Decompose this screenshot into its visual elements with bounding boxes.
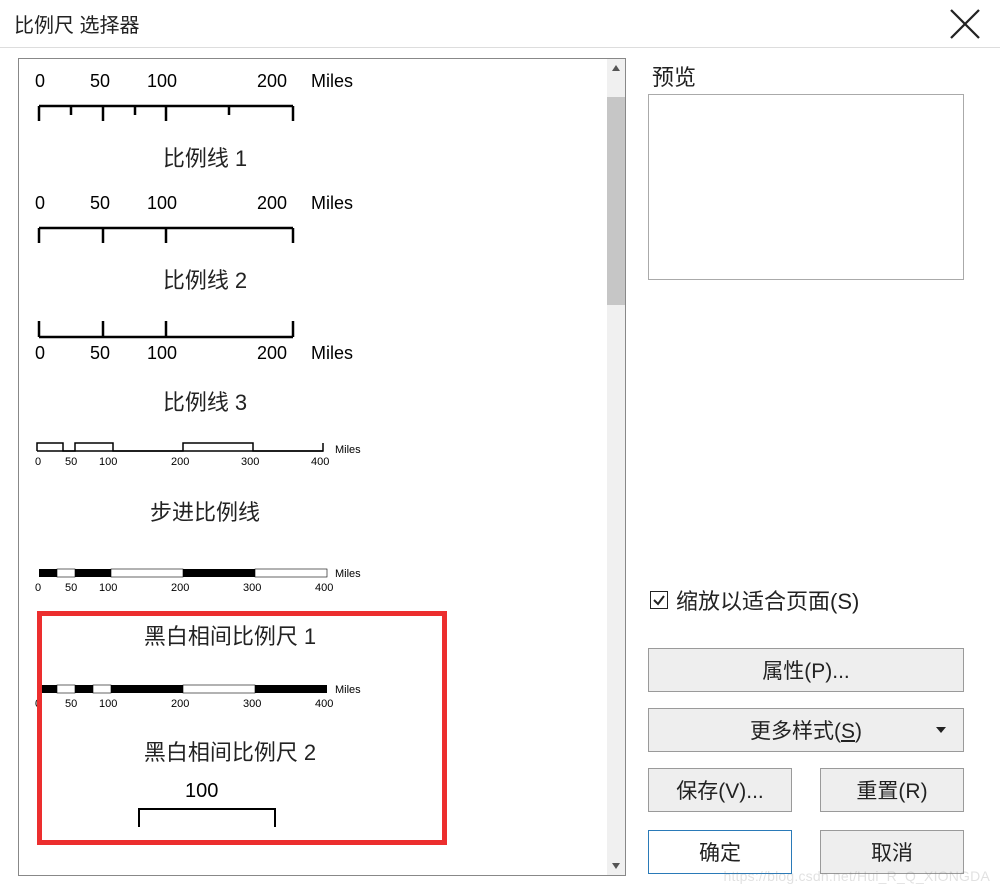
svg-text:300: 300 [243,698,261,710]
svg-text:200: 200 [257,343,287,363]
svg-text:200: 200 [257,71,287,91]
svg-text:200: 200 [171,698,189,710]
preview-label: 预览 [652,60,988,92]
svg-text:100: 100 [185,780,218,802]
dialog-titlebar: 比例尺 选择器 [0,0,1000,48]
svg-text:0: 0 [35,582,41,594]
scale-bar-graphic: 0 50 100 200 Miles [35,71,375,129]
scale-bar-graphic: 0 50 100 200 300 400 Miles [35,565,375,601]
scale-bar-list-panel: 0 50 100 200 Miles [18,58,626,876]
scale-to-fit-checkbox[interactable]: 缩放以适合页面(S) [650,584,988,616]
scale-item-label: 比例线 1 [35,141,375,173]
svg-text:200: 200 [257,193,287,213]
svg-text:0: 0 [35,71,45,91]
scale-item[interactable]: 0 50 100 200 300 400 Miles 步进比例线 [35,437,607,527]
save-button[interactable]: 保存(V)... [648,768,792,812]
svg-text:Miles: Miles [335,684,361,696]
svg-text:50: 50 [90,71,110,91]
dialog-title: 比例尺 选择器 [14,9,140,38]
svg-text:Miles: Miles [311,343,353,363]
svg-text:0: 0 [35,698,41,710]
scale-item[interactable]: 0 50 100 200 300 400 Miles 黑白相间比例尺 2 [35,681,607,767]
scale-bar-list[interactable]: 0 50 100 200 Miles [35,59,607,875]
svg-text:400: 400 [315,698,333,710]
svg-text:Miles: Miles [335,568,361,580]
ok-cancel-row: 确定 取消 [648,830,988,874]
preview-box [648,94,964,280]
svg-text:400: 400 [315,582,333,594]
checkbox-icon [650,591,668,609]
scale-item[interactable]: 0 50 100 200 300 400 Miles 黑白相间比例尺 1 [35,565,607,651]
save-reset-row: 保存(V)... 重置(R) [648,768,988,812]
scale-bar-graphic: 100 [35,779,375,827]
scale-bar-graphic: 0 50 100 200 Miles [35,315,375,373]
properties-button[interactable]: 属性(P)... [648,648,964,692]
ok-button[interactable]: 确定 [648,830,792,874]
more-styles-button[interactable]: 更多样式(S) [648,708,964,752]
scale-bar-graphic: 0 50 100 200 Miles [35,193,375,251]
svg-text:0: 0 [35,456,41,468]
cancel-button[interactable]: 取消 [820,830,964,874]
scale-item-label: 比例线 2 [35,263,375,295]
svg-text:50: 50 [65,698,77,710]
checkbox-label: 缩放以适合页面(S) [676,584,859,616]
dropdown-arrow-icon [935,718,947,742]
svg-text:200: 200 [171,456,189,468]
dialog-content: 0 50 100 200 Miles [0,48,1000,886]
scale-item[interactable]: 0 50 100 200 Miles 比例线 3 [35,315,607,417]
scale-bar-graphic: 0 50 100 200 300 400 Miles [35,681,375,717]
scroll-up-arrow[interactable] [607,59,625,77]
scale-item-label: 比例线 3 [35,385,375,417]
svg-text:Miles: Miles [311,71,353,91]
svg-text:Miles: Miles [311,193,353,213]
reset-button[interactable]: 重置(R) [820,768,964,812]
scroll-down-arrow[interactable] [607,857,625,875]
svg-text:50: 50 [90,343,110,363]
svg-text:100: 100 [99,698,117,710]
scale-item[interactable]: 0 50 100 200 Miles 比例线 2 [35,193,607,295]
right-panel: 预览 缩放以适合页面(S) 属性(P)... 更多样式(S) 保存(V)... … [648,58,988,874]
svg-text:100: 100 [99,456,117,468]
svg-text:100: 100 [147,193,177,213]
svg-text:50: 50 [65,582,77,594]
svg-text:300: 300 [243,582,261,594]
svg-text:200: 200 [171,582,189,594]
scale-item-label: 黑白相间比例尺 1 [35,619,425,651]
svg-text:100: 100 [99,582,117,594]
svg-text:0: 0 [35,193,45,213]
scrollbar[interactable] [607,59,625,875]
svg-text:300: 300 [241,456,259,468]
svg-text:400: 400 [311,456,329,468]
svg-text:Miles: Miles [335,444,361,456]
svg-text:50: 50 [90,193,110,213]
svg-text:100: 100 [147,343,177,363]
scale-item-label: 步进比例线 [35,495,375,527]
svg-text:50: 50 [65,456,77,468]
close-icon[interactable] [944,3,986,45]
svg-text:100: 100 [147,71,177,91]
svg-text:0: 0 [35,343,45,363]
scrollbar-thumb[interactable] [607,97,625,305]
scale-item[interactable]: 100 [35,779,607,827]
scale-item-label: 黑白相间比例尺 2 [35,735,425,767]
scale-item[interactable]: 0 50 100 200 Miles [35,71,607,173]
scale-bar-graphic: 0 50 100 200 300 400 Miles [35,437,375,477]
